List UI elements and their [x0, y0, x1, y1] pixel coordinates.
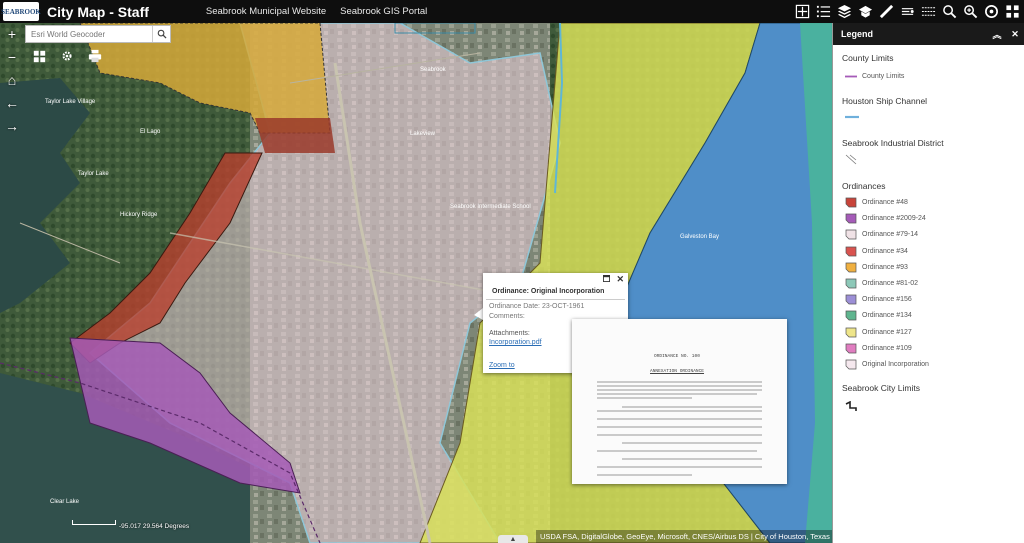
bookmark-icon[interactable] — [919, 1, 938, 22]
legend-item-ordinance: Original Incorporation — [845, 359, 929, 370]
ship-channel-title: Houston Ship Channel — [842, 96, 928, 106]
collapse-icon[interactable]: ︽ — [988, 28, 1006, 41]
legend-item-ordinance: Ordinance #81-02 — [845, 278, 918, 289]
map-label: Seabrook Intermediate School — [450, 204, 531, 210]
app-window: SEABROOK City Map - Staff Seabrook Munic… — [0, 0, 1024, 543]
measure-icon[interactable] — [877, 1, 896, 22]
legend-item-ordinance: Ordinance #134 — [845, 310, 912, 321]
popup-toolbar: ✕ — [483, 273, 628, 285]
map-label: Galveston Bay — [680, 234, 719, 240]
attachment-preview[interactable]: ORDINANCE NO. 100 ANNEXATION ORDINANCE — [572, 319, 787, 484]
legend-item-ordinance: Ordinance #109 — [845, 343, 912, 354]
legend-item-ordinance: Ordinance #34 — [845, 246, 908, 257]
map-view[interactable]: Seabrook Taylor Lake Lakeview El Lago Ta… — [0, 23, 832, 543]
map-nav-controls: + − ⌂ ← → — [2, 26, 22, 134]
legend-item-ordinance: Ordinance #156 — [845, 294, 912, 305]
ordinances-title: Ordinances — [842, 181, 886, 191]
legend-item-ordinance: Ordinance #127 — [845, 327, 912, 338]
industrial-district-title: Seabrook Industrial District — [842, 138, 944, 148]
legend-panel: Legend ︽ ✕ County Limits County Limits H… — [832, 23, 1024, 543]
ordinance-swatch — [845, 311, 857, 321]
close-icon[interactable]: ✕ — [616, 274, 624, 285]
legend-item-ordinance: Ordinance #93 — [845, 262, 908, 273]
search-input[interactable] — [26, 26, 152, 42]
about-icon[interactable] — [982, 1, 1001, 22]
ordinance-swatch — [845, 213, 857, 224]
map-attribution: USDA FSA, DigitalGlobe, GeoEye, Microsof… — [536, 530, 832, 543]
map-label: Lakeview — [410, 131, 436, 137]
zoom-to-link[interactable]: Zoom to — [489, 362, 515, 369]
legend-item-ordinance: Ordinance #2009-24 — [845, 213, 926, 224]
toolbar — [793, 1, 1022, 22]
printer-icon[interactable] — [86, 48, 104, 64]
legend-item-ordinance: Ordinance #79-14 — [845, 229, 918, 240]
popup-title: Ordinance: Original Incorporation — [486, 285, 625, 300]
geocoder-search — [25, 25, 171, 43]
app-title: City Map - Staff — [47, 3, 149, 20]
coordinate-readout: -95.017 29.564 Degrees — [119, 523, 190, 530]
ordinance-swatch — [845, 230, 857, 240]
city-limits-title: Seabrook City Limits — [842, 383, 920, 393]
map-label: Taylor Lake — [78, 171, 109, 177]
scale-bar — [72, 520, 116, 525]
close-legend-icon[interactable]: ✕ — [1006, 29, 1024, 40]
ordinance-swatch — [845, 197, 857, 208]
ordinance-swatch — [845, 343, 857, 354]
print-icon[interactable] — [1003, 1, 1022, 22]
collapse-panel-tab[interactable]: ▲ — [498, 535, 528, 543]
zoom-out-icon[interactable]: − — [4, 49, 20, 65]
legend-item-ordinance: Ordinance #48 — [845, 197, 908, 208]
city-limits-swatch — [845, 401, 857, 411]
map-label: Taylor Lake Village — [45, 99, 96, 105]
legend-item: County Limits — [845, 71, 904, 82]
grid-icon[interactable] — [30, 48, 48, 64]
gis-portal-link[interactable]: Seabrook GIS Portal — [340, 6, 427, 17]
ordinance-swatch — [845, 359, 857, 370]
app-header: SEABROOK City Map - Staff Seabrook Munic… — [0, 0, 1024, 23]
municipal-website-link[interactable]: Seabrook Municipal Website — [206, 6, 326, 17]
industrial-hatch-swatch — [845, 154, 857, 165]
forward-arrow-icon[interactable]: → — [4, 118, 20, 134]
basemap-icon[interactable] — [856, 1, 875, 22]
map-label: El Lago — [140, 129, 161, 135]
back-arrow-icon[interactable]: ← — [4, 95, 20, 111]
zoom-in-icon[interactable]: + — [4, 26, 20, 42]
city-logo: SEABROOK — [1, 2, 41, 21]
ordinance-swatch — [845, 278, 857, 289]
map-label: Clear Lake — [50, 499, 80, 505]
layers-icon[interactable] — [835, 1, 854, 22]
draw-icon[interactable] — [898, 1, 917, 22]
county-line-swatch — [845, 75, 857, 78]
maximize-icon[interactable] — [603, 274, 611, 284]
ship-channel-swatch — [845, 115, 859, 119]
ordinance-date: 23-OCT-1961 — [541, 303, 585, 310]
doc-text-lines — [597, 381, 762, 476]
map-label: Seabrook — [420, 67, 447, 73]
search-icon[interactable] — [152, 26, 170, 42]
legend-title: Legend — [841, 29, 874, 39]
search-zoom-icon[interactable] — [961, 1, 980, 22]
county-limits-title: County Limits — [842, 53, 894, 63]
zoom-icon[interactable] — [940, 1, 959, 22]
ordinance-swatch — [845, 262, 857, 273]
logo-text: SEABROOK — [1, 7, 41, 16]
legend-header: Legend ︽ ✕ — [833, 23, 1024, 45]
home-icon[interactable]: ⌂ — [4, 72, 20, 88]
widget-row — [30, 48, 104, 64]
gear-icon[interactable] — [58, 48, 76, 64]
popup-date-row: Ordinance Date: 23-OCT-1961 — [489, 303, 585, 310]
ordinance-swatch — [845, 246, 857, 256]
ordinance-swatch — [845, 327, 857, 337]
map-label: Hickory Ridge — [120, 212, 158, 218]
list-icon[interactable] — [814, 1, 833, 22]
map-icon[interactable] — [793, 1, 812, 22]
ordinance-swatch — [845, 294, 857, 305]
